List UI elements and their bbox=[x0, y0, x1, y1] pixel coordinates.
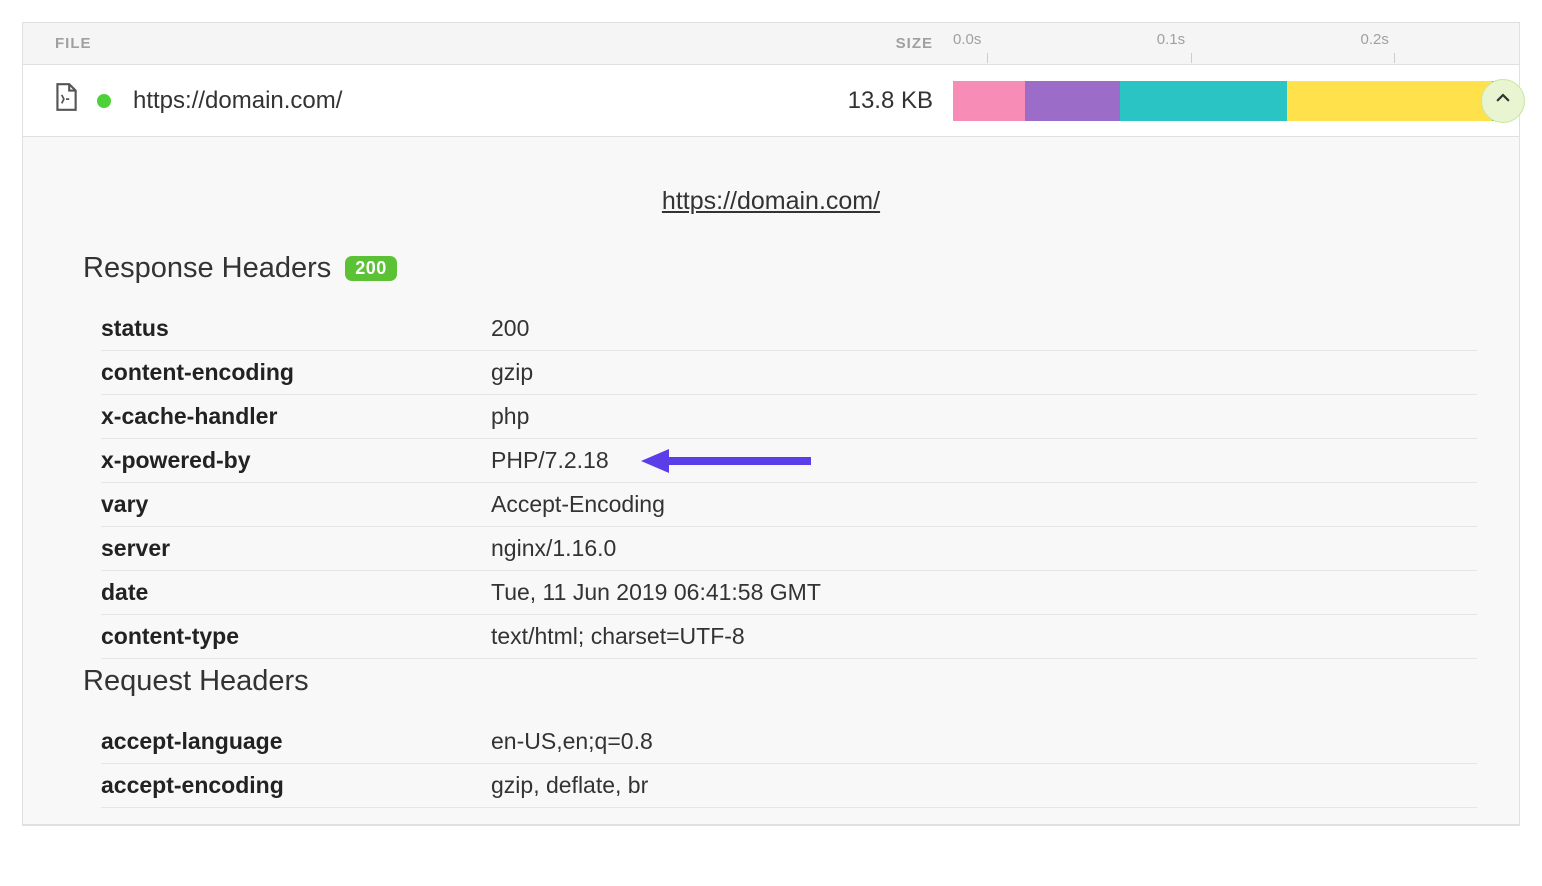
header-value: text/html; charset=UTF-8 bbox=[491, 623, 1477, 650]
header-key: x-cache-handler bbox=[101, 403, 491, 430]
header-row: accept-encodinggzip, deflate, br bbox=[101, 764, 1477, 808]
header-row: status200 bbox=[101, 307, 1477, 351]
tick-label: 0.2s bbox=[1361, 31, 1389, 48]
header-value: gzip, deflate, br bbox=[491, 772, 1477, 799]
request-headers-table: accept-languageen-US,en;q=0.8accept-enco… bbox=[101, 720, 1477, 808]
request-url: https://domain.com/ bbox=[133, 87, 342, 115]
header-value: Accept-Encoding bbox=[491, 491, 1477, 518]
status-badge: 200 bbox=[345, 256, 397, 281]
highlight-arrow-icon bbox=[641, 447, 811, 475]
header-key: date bbox=[101, 579, 491, 606]
column-size: SIZE bbox=[783, 35, 953, 52]
status-dot-icon bbox=[97, 94, 111, 108]
header-row: varyAccept-Encoding bbox=[101, 483, 1477, 527]
chevron-up-icon bbox=[1494, 89, 1512, 112]
header-key: vary bbox=[101, 491, 491, 518]
header-key: status bbox=[101, 315, 491, 342]
collapse-button[interactable] bbox=[1481, 79, 1525, 123]
header-value: 200 bbox=[491, 315, 1477, 342]
timing-segment bbox=[1025, 81, 1120, 121]
timing-bar bbox=[953, 81, 1509, 121]
header-value: nginx/1.16.0 bbox=[491, 535, 1477, 562]
header-row: content-encodinggzip bbox=[101, 351, 1477, 395]
header-row: servernginx/1.16.0 bbox=[101, 527, 1477, 571]
header-key: content-type bbox=[101, 623, 491, 650]
request-headers-title: Request Headers bbox=[83, 665, 1459, 698]
header-value: Tue, 11 Jun 2019 06:41:58 GMT bbox=[491, 579, 1477, 606]
details-panel: https://domain.com/ Response Headers 200… bbox=[23, 137, 1519, 825]
tick-label: 0.1s bbox=[1157, 31, 1185, 48]
response-headers-title: Response Headers 200 bbox=[83, 252, 1459, 285]
header-row: dateTue, 11 Jun 2019 06:41:58 GMT bbox=[101, 571, 1477, 615]
header-row: accept-languageen-US,en;q=0.8 bbox=[101, 720, 1477, 764]
timing-segment bbox=[1287, 81, 1493, 121]
header-row: x-cache-handlerphp bbox=[101, 395, 1477, 439]
header-key: x-powered-by bbox=[101, 447, 491, 474]
column-timeline: 0.0s 0.1s 0.2s bbox=[953, 23, 1519, 65]
response-headers-label: Response Headers bbox=[83, 252, 331, 285]
header-row: x-powered-byPHP/7.2.18 bbox=[101, 439, 1477, 483]
tick-label: 0.0s bbox=[953, 31, 981, 48]
detail-url[interactable]: https://domain.com/ bbox=[83, 187, 1459, 216]
column-file: FILE bbox=[23, 35, 783, 52]
waterfall-panel: FILE SIZE 0.0s 0.1s 0.2s https://domain.co… bbox=[22, 22, 1520, 826]
response-headers-table: status200content-encodinggzipx-cache-han… bbox=[101, 307, 1477, 659]
header-value: en-US,en;q=0.8 bbox=[491, 728, 1477, 755]
header-value: PHP/7.2.18 bbox=[491, 447, 1477, 474]
timing-segment bbox=[1120, 81, 1287, 121]
request-row[interactable]: https://domain.com/ 13.8 KB bbox=[23, 65, 1519, 137]
header-key: server bbox=[101, 535, 491, 562]
document-icon bbox=[53, 82, 97, 119]
header-value: php bbox=[491, 403, 1477, 430]
header-value: gzip bbox=[491, 359, 1477, 386]
request-file-cell: https://domain.com/ bbox=[23, 82, 783, 119]
header-key: accept-encoding bbox=[101, 772, 491, 799]
request-size: 13.8 KB bbox=[783, 87, 953, 115]
column-header-row: FILE SIZE 0.0s 0.1s 0.2s bbox=[23, 23, 1519, 65]
timing-bar-cell bbox=[953, 65, 1519, 137]
timing-segment bbox=[953, 81, 1025, 121]
header-key: accept-language bbox=[101, 728, 491, 755]
header-row: content-typetext/html; charset=UTF-8 bbox=[101, 615, 1477, 659]
header-key: content-encoding bbox=[101, 359, 491, 386]
